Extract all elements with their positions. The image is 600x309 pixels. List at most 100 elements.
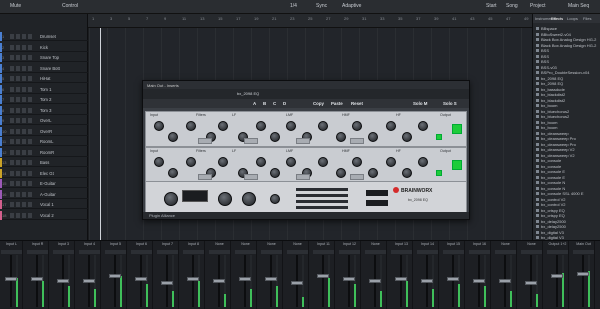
channel-name[interactable]: Input R	[27, 242, 48, 246]
eq-band-switch[interactable]	[198, 174, 212, 180]
eq-knob[interactable]	[256, 121, 266, 131]
toolbar-item[interactable]: Sync	[316, 3, 327, 9]
plugin-action-button[interactable]: Paste	[331, 101, 343, 106]
eq-knob[interactable]	[218, 121, 228, 131]
track-name[interactable]: RoomR	[40, 150, 54, 155]
fader-handle[interactable]	[5, 277, 17, 281]
channel-name[interactable]: None	[235, 242, 256, 246]
width-knob[interactable]	[218, 192, 232, 206]
toolbar-item[interactable]: Song	[506, 3, 518, 9]
channel-routing[interactable]	[339, 250, 360, 254]
eq-band-switch[interactable]	[198, 138, 212, 144]
browser-tab[interactable]: Loops	[567, 16, 578, 21]
eq-knob[interactable]	[336, 132, 346, 142]
channel-routing[interactable]	[521, 250, 542, 254]
track-name[interactable]: Kick	[40, 45, 48, 50]
power-button[interactable]	[452, 124, 462, 134]
track-name[interactable]: Snare Top	[40, 55, 59, 60]
fader-handle[interactable]	[265, 277, 277, 281]
browser-tab[interactable]: Effects	[551, 16, 563, 21]
channel-name[interactable]: Input 12	[339, 242, 360, 246]
track-row[interactable]: 17 Vocal 1	[0, 200, 88, 209]
track-buttons[interactable]	[10, 160, 32, 165]
track-row[interactable]: 16 A-Guitar	[0, 189, 88, 199]
track-buttons[interactable]	[10, 97, 32, 102]
eq-knob[interactable]	[270, 168, 280, 178]
track-row[interactable]: 10 OverR	[0, 126, 88, 136]
fader-handle[interactable]	[291, 281, 303, 285]
eq-knob[interactable]	[402, 132, 412, 142]
channel-name[interactable]: Input 11	[313, 242, 334, 246]
plugin-action-button[interactable]: Solo M	[413, 101, 427, 106]
channel-name[interactable]: Input 7	[157, 242, 178, 246]
track-buttons[interactable]	[10, 34, 32, 39]
fader-handle[interactable]	[239, 277, 251, 281]
channel-name[interactable]: Input 15	[443, 242, 464, 246]
channel-name[interactable]: Input 6	[131, 242, 152, 246]
eq-band-switch[interactable]	[244, 174, 258, 180]
channel-routing[interactable]	[365, 250, 386, 254]
input-gain-knob[interactable]	[164, 192, 178, 206]
eq-knob[interactable]	[256, 157, 266, 167]
eq-knob[interactable]	[286, 157, 296, 167]
plugin-action-button[interactable]: A	[253, 101, 256, 106]
eq-knob[interactable]	[218, 157, 228, 167]
track-row[interactable]: 2 Kick	[0, 42, 88, 52]
fader-handle[interactable]	[161, 281, 173, 285]
track-row[interactable]: 1 Drumset	[0, 32, 88, 41]
channel-name[interactable]: None	[495, 242, 516, 246]
track-buttons[interactable]	[10, 55, 32, 60]
fader-handle[interactable]	[31, 277, 43, 281]
track-row[interactable]: 15 E-Guitar	[0, 179, 88, 188]
channel-name[interactable]: None	[521, 242, 542, 246]
channel-routing[interactable]	[157, 250, 178, 254]
fader-handle[interactable]	[421, 279, 433, 283]
track-row[interactable]: 8 Tom 3	[0, 105, 88, 115]
channel-routing[interactable]	[209, 250, 230, 254]
channel-routing[interactable]	[573, 250, 594, 254]
plugin-action-button[interactable]: B	[263, 101, 266, 106]
channel-routing[interactable]	[235, 250, 256, 254]
channel-name[interactable]: Main Out	[573, 242, 594, 246]
channel-name[interactable]: None	[365, 242, 386, 246]
track-name[interactable]: Tom 2	[40, 97, 51, 102]
toolbar-item[interactable]: Adaptive	[342, 3, 361, 9]
fader-handle[interactable]	[135, 277, 147, 281]
track-name[interactable]: Tom 1	[40, 87, 51, 92]
eq-knob[interactable]	[186, 157, 196, 167]
fader-handle[interactable]	[369, 279, 381, 283]
eq-band-switch[interactable]	[296, 174, 310, 180]
eq-band-switch[interactable]	[296, 138, 310, 144]
track-name[interactable]: E-Guitar	[40, 181, 56, 186]
track-name[interactable]: OverL	[40, 118, 51, 123]
track-row[interactable]: 6 Tom 1	[0, 84, 88, 94]
channel-name[interactable]: Output 1+2	[547, 242, 568, 246]
track-row[interactable]: 11 RoomL	[0, 137, 88, 146]
track-buttons[interactable]	[10, 191, 32, 197]
fader-handle[interactable]	[109, 274, 121, 278]
channel-routing[interactable]	[417, 250, 438, 254]
track-buttons[interactable]	[10, 107, 32, 113]
channel-routing[interactable]	[547, 250, 568, 254]
channel-name[interactable]: None	[261, 242, 282, 246]
channel-routing[interactable]	[27, 250, 48, 254]
eq-knob[interactable]	[368, 132, 378, 142]
toolbar-item[interactable]: Mute	[10, 3, 21, 9]
fader-handle[interactable]	[551, 274, 563, 278]
track-row[interactable]: 13 Bass	[0, 158, 88, 167]
track-buttons[interactable]	[10, 118, 32, 123]
channel-name[interactable]: None	[287, 242, 308, 246]
eq-knob[interactable]	[352, 157, 362, 167]
fader-handle[interactable]	[473, 279, 485, 283]
toolbar-item[interactable]: Project	[530, 3, 546, 9]
channel-routing[interactable]	[443, 250, 464, 254]
channel-routing[interactable]	[313, 250, 334, 254]
track-buttons[interactable]	[10, 128, 32, 134]
track-name[interactable]: Tom 3	[40, 108, 51, 113]
channel-name[interactable]: None	[209, 242, 230, 246]
track-name[interactable]: HiHat	[40, 76, 50, 81]
playhead[interactable]	[100, 28, 101, 240]
track-name[interactable]: Elec Gt	[40, 171, 54, 176]
eq-knob[interactable]	[286, 121, 296, 131]
track-row[interactable]: 14 Elec Gt	[0, 168, 88, 178]
